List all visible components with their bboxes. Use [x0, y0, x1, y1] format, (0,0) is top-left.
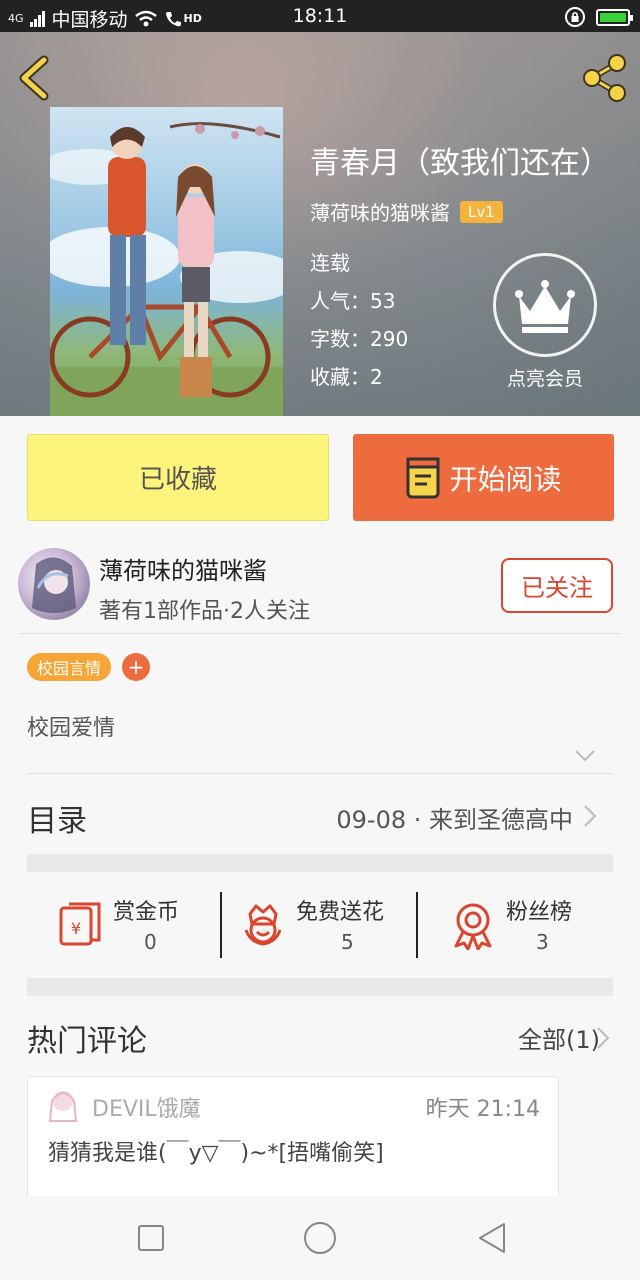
stat-label: 赏金币: [113, 900, 180, 925]
favorited-button[interactable]: 已收藏: [27, 434, 329, 521]
section-separator: [27, 854, 613, 872]
start-reading-button[interactable]: 开始阅读: [353, 434, 614, 521]
status-right: [564, 6, 633, 28]
back-icon[interactable]: [474, 1220, 510, 1256]
book-popularity: 人气：53: [310, 289, 396, 313]
catalog-label: 目录: [27, 804, 87, 839]
flower-icon: [244, 904, 282, 946]
stat-divider: [220, 892, 222, 958]
followed-button[interactable]: 已关注: [501, 558, 613, 613]
book-title: 青春月（致我们还在）: [310, 146, 610, 181]
fan-ranking-button[interactable]: 粉丝榜 3: [448, 890, 588, 960]
commenter-avatar[interactable]: [48, 1087, 78, 1123]
all-comments-link[interactable]: 全部(1): [518, 1020, 600, 1055]
comment-text: 猜猜我是谁(￣y▽￣)~*[捂嘴偷笑]: [48, 1141, 384, 1166]
stat-value: 5: [341, 930, 354, 954]
battery-icon: [596, 8, 633, 26]
author-level-badge: Lv1: [460, 200, 503, 223]
divider: [18, 633, 622, 634]
hot-comments-title: 热门评论: [27, 1024, 147, 1059]
chevron-right-icon: [584, 805, 597, 827]
stat-label: 免费送花: [296, 900, 385, 925]
system-nav-bar: [0, 1196, 640, 1280]
author-avatar[interactable]: [18, 548, 90, 620]
stat-divider: [416, 892, 418, 958]
tag-chip[interactable]: 校园言情: [27, 653, 112, 681]
author-stats: 著有1部作品·2人关注: [99, 599, 310, 624]
section-separator: [27, 978, 613, 996]
stat-value: 3: [536, 930, 549, 954]
vip-crown-button[interactable]: [493, 253, 597, 357]
catalog-row[interactable]: 目录 09-08 · 来到圣德高中: [27, 790, 613, 842]
book-description: 校园爱情: [27, 716, 116, 741]
book-word-count: 字数：290: [310, 327, 409, 351]
book-author-line: 薄荷味的猫咪酱 Lv1: [310, 197, 503, 226]
recent-apps-icon[interactable]: [133, 1220, 169, 1256]
divider: [27, 773, 613, 774]
add-tag-button[interactable]: +: [122, 653, 150, 681]
author-name[interactable]: 薄荷味的猫咪酱: [99, 551, 267, 586]
book-favorites: 收藏：2: [310, 365, 383, 389]
free-flowers-button[interactable]: 免费送花 5: [238, 890, 408, 960]
stat-label: 粉丝榜: [506, 900, 573, 925]
comment-card[interactable]: DEVIL饿魔 昨天 21:14 猜猜我是谁(￣y▽￣)~*[捂嘴偷笑]: [27, 1076, 559, 1206]
share-icon[interactable]: [578, 52, 630, 104]
book-icon: [406, 457, 440, 498]
book-author[interactable]: 薄荷味的猫咪酱: [310, 197, 450, 226]
chevron-down-icon[interactable]: [574, 748, 596, 764]
cover-illustration: [50, 122, 283, 416]
book-status: 连载: [310, 251, 350, 275]
book-meta: 连载 人气：53 字数：290 收藏：2: [310, 244, 408, 396]
stat-value: 0: [144, 930, 157, 954]
status-time: 18:11: [292, 5, 348, 27]
book-header: 青春月（致我们还在） 薄荷味的猫咪酱 Lv1 连载 人气：53 字数：290 收…: [0, 32, 640, 416]
vip-label[interactable]: 点亮会员: [490, 364, 600, 391]
comment-time: 昨天 21:14: [425, 1097, 540, 1122]
start-reading-label: 开始阅读: [449, 462, 562, 496]
commenter-name[interactable]: DEVIL饿魔: [92, 1091, 201, 1123]
book-cover[interactable]: [50, 107, 283, 416]
chevron-right-icon[interactable]: [596, 1026, 610, 1050]
reward-coins-button[interactable]: ¥ 赏金币 0: [55, 890, 205, 960]
status-bar: 4G 中国移动 HD 18:11: [0, 0, 640, 32]
rotation-lock-icon: [565, 7, 585, 27]
medal-icon: [454, 903, 492, 950]
back-arrow-icon[interactable]: [14, 54, 56, 102]
latest-chapter: 09-08 · 来到圣德高中: [336, 806, 573, 834]
svg-text:¥: ¥: [71, 919, 81, 938]
red-envelope-icon: ¥: [59, 902, 101, 946]
home-icon[interactable]: [302, 1220, 338, 1256]
crown-icon: [515, 280, 575, 333]
